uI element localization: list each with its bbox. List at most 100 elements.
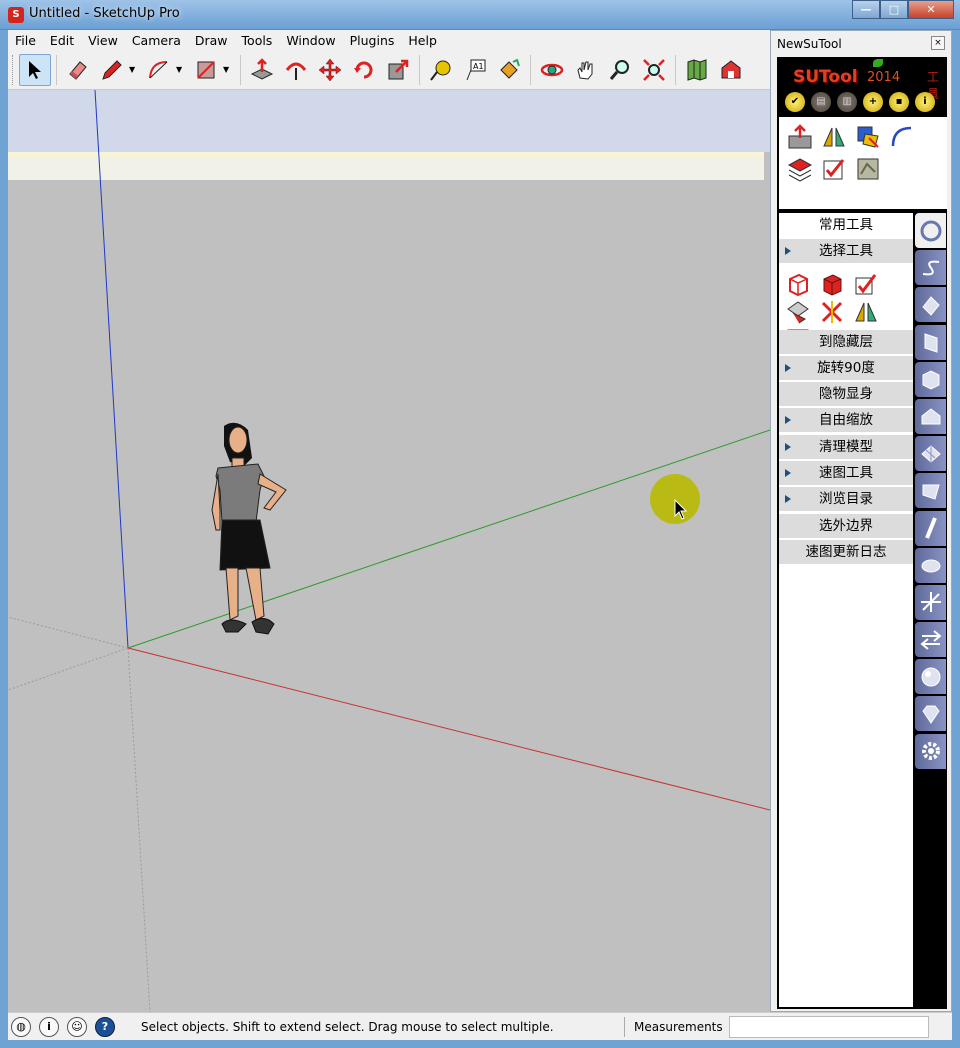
menu-tools[interactable]: Tools	[235, 33, 280, 48]
tab-refresh-icon[interactable]	[915, 213, 946, 248]
select-icon[interactable]	[19, 53, 51, 86]
rectangle-icon[interactable]	[190, 54, 222, 86]
select-check-icon[interactable]	[851, 271, 881, 297]
tab-shape-icon[interactable]	[915, 473, 946, 509]
tab-building-icon[interactable]	[915, 398, 946, 434]
box-solid-icon[interactable]	[817, 271, 847, 297]
panel-close-button[interactable]: ×	[931, 36, 945, 50]
user-icon[interactable]: ☺	[67, 1016, 87, 1037]
menu-select-outer-boundary[interactable]: 选外边界	[779, 513, 913, 538]
tab-curve-icon[interactable]	[915, 250, 946, 286]
menu-window[interactable]: Window	[279, 33, 342, 48]
tab-panel-icon[interactable]	[915, 324, 946, 360]
trash-icon[interactable]: ▥	[837, 92, 857, 112]
menu-help[interactable]: Help	[401, 33, 444, 48]
menu-unhide-objects[interactable]: 隐物显身	[779, 382, 913, 407]
menu-view[interactable]: View	[81, 33, 125, 48]
menu-clean-model[interactable]: 清理模型	[779, 434, 913, 459]
minimize-icon[interactable]: —	[852, 0, 880, 19]
menu-free-scale[interactable]: 自由缩放	[779, 408, 913, 433]
menu-file[interactable]: File	[8, 33, 43, 48]
push-pull-icon[interactable]	[246, 54, 278, 86]
move-icon[interactable]	[314, 54, 346, 86]
pencil-dropdown-icon[interactable]: ▼	[129, 65, 139, 74]
tab-gem-icon[interactable]	[915, 696, 946, 732]
info-icon[interactable]: i	[915, 92, 935, 112]
warehouse-icon[interactable]	[715, 54, 747, 86]
tab-slash-icon[interactable]	[915, 510, 946, 546]
material-icon[interactable]	[853, 155, 883, 183]
check-icon[interactable]: ✔	[785, 92, 805, 112]
menu-sutu-tools[interactable]: 速图工具	[779, 461, 913, 486]
menu-edit[interactable]: Edit	[43, 33, 81, 48]
menu-browse-directory[interactable]: 浏览目录	[779, 487, 913, 512]
menu-to-hidden-layer[interactable]: 到隐藏层	[779, 329, 913, 354]
select-edges-icon[interactable]	[817, 299, 847, 325]
face-tool-icon[interactable]	[853, 123, 883, 151]
menu-select-tools[interactable]: 选择工具	[779, 239, 913, 264]
sutool-logo: SUTool 2014 工具	[777, 57, 947, 101]
map-icon[interactable]	[681, 54, 713, 86]
tab-sphere-icon[interactable]	[915, 659, 946, 695]
pencil-icon[interactable]	[96, 54, 128, 86]
tab-grid-icon[interactable]	[915, 436, 946, 472]
box-outline-icon[interactable]	[783, 271, 813, 297]
layers-icon[interactable]	[785, 155, 815, 183]
menu-plugins[interactable]: Plugins	[343, 33, 402, 48]
scale-figure[interactable]	[211, 422, 287, 635]
select-plane-icon[interactable]	[783, 299, 813, 325]
tab-box-icon[interactable]	[915, 361, 946, 397]
pan-icon[interactable]	[570, 54, 602, 86]
select-mirror-icon[interactable]	[851, 299, 881, 325]
follow-me-icon[interactable]	[280, 54, 312, 86]
check-model-icon[interactable]	[819, 155, 849, 183]
model-viewport[interactable]	[8, 90, 770, 1012]
menu-label: 速图工具	[819, 465, 873, 482]
help-icon[interactable]: ?	[95, 1016, 115, 1037]
expand-arrow-icon	[785, 247, 791, 256]
geolocation-icon[interactable]: ◍	[11, 1016, 31, 1037]
menu-label: 隐物显身	[819, 386, 873, 403]
clipboard-icon[interactable]: ▤	[811, 92, 831, 112]
menu-draw[interactable]: Draw	[188, 33, 235, 48]
scale-icon[interactable]	[382, 54, 414, 86]
arc-dropdown-icon[interactable]: ▼	[176, 65, 186, 74]
tab-solid-icon[interactable]	[915, 287, 946, 323]
menu-camera[interactable]: Camera	[125, 33, 188, 48]
measurements-input[interactable]	[729, 1016, 929, 1038]
zoom-icon[interactable]	[604, 54, 636, 86]
close-icon[interactable]: ✕	[908, 0, 954, 19]
expand-arrow-icon	[785, 363, 791, 372]
orbit-icon[interactable]	[536, 54, 568, 86]
credits-icon[interactable]: i	[39, 1016, 59, 1037]
arc-icon[interactable]	[143, 54, 175, 86]
tab-cloud-icon[interactable]	[915, 547, 946, 583]
tab-axis-icon[interactable]	[915, 584, 946, 620]
rectangle-dropdown-icon[interactable]: ▼	[223, 65, 233, 74]
sketchup-icon: S	[8, 7, 24, 23]
mirror-icon[interactable]	[819, 123, 849, 151]
panel-title: NewSuTool	[777, 37, 842, 51]
tab-gear-icon[interactable]	[915, 733, 946, 769]
plugin-menu-list: 常用工具 选择工具 到隐藏层 旋转90度 隐物显身 自由缩放 清理模型 速图工具…	[779, 213, 913, 1007]
tab-arrows-icon[interactable]	[915, 622, 946, 658]
plus-icon[interactable]: +	[863, 92, 883, 112]
menu-common-tools[interactable]: 常用工具	[779, 213, 913, 237]
export-icon[interactable]	[785, 123, 815, 151]
menu-label: 选择工具	[819, 243, 873, 260]
curve-icon[interactable]	[887, 123, 917, 151]
paint-bucket-icon[interactable]	[493, 54, 525, 86]
menu-bar: File Edit View Camera Draw Tools Window …	[8, 30, 770, 50]
rotate-icon[interactable]	[348, 54, 380, 86]
menu-rotate-90[interactable]: 旋转90度	[779, 355, 913, 380]
zoom-extents-icon[interactable]	[638, 54, 670, 86]
green-axis-neg	[8, 647, 129, 691]
toolbar-grip[interactable]	[12, 54, 15, 85]
mouse-cursor-icon	[674, 499, 688, 520]
save-icon[interactable]: ▪	[889, 92, 909, 112]
menu-update-log[interactable]: 速图更新日志	[779, 539, 913, 564]
eraser-icon[interactable]	[62, 54, 94, 86]
maximize-icon[interactable]: □	[880, 0, 908, 19]
tape-measure-icon[interactable]	[425, 54, 457, 86]
text-icon[interactable]: A1	[459, 54, 491, 86]
